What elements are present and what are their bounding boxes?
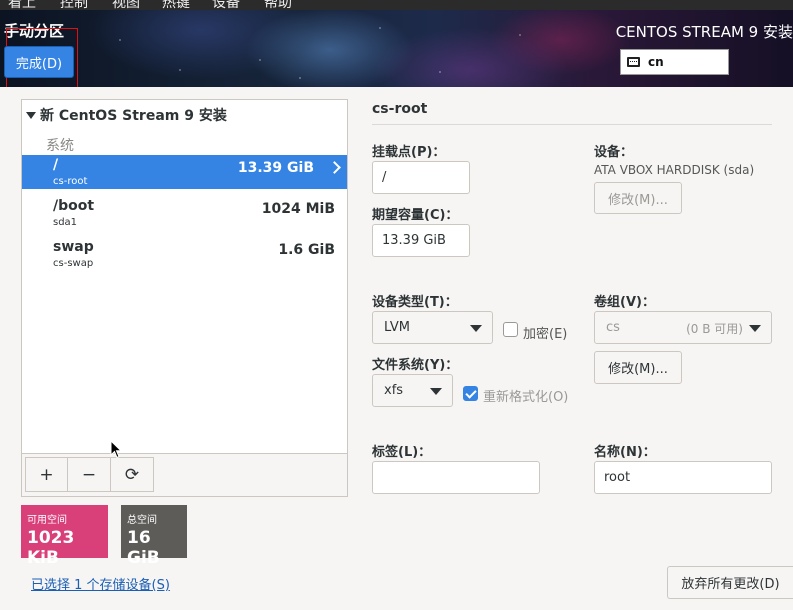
keyboard-icon (627, 57, 640, 67)
partition-tree-panel: 新 CentOS Stream 9 安装 系统 / cs-root 13.39 … (21, 99, 348, 497)
chevron-right-icon (328, 161, 341, 174)
device-type-value: LVM (384, 320, 410, 335)
partition-device: cs-swap (53, 258, 94, 269)
total-space-value: 16 GiB (127, 528, 160, 568)
capacity-field[interactable]: 13.39 GiB (372, 224, 470, 257)
mount-point-label: 挂载点(P)： (372, 145, 446, 160)
keyboard-layout-label: cn (648, 55, 664, 69)
partition-mount: / (53, 157, 59, 173)
filesystem-value: xfs (384, 383, 404, 398)
done-button-highlight: 完成(D) (4, 28, 78, 87)
partition-toolbar: + − ⟳ (22, 453, 347, 496)
mouse-pointer-icon (110, 440, 122, 459)
refresh-button[interactable]: ⟳ (111, 457, 154, 492)
encrypt-checkbox[interactable] (503, 322, 518, 337)
reformat-label[interactable]: 重新格式化(O) (483, 386, 568, 405)
tag-field[interactable] (372, 461, 540, 494)
dropdown-arrow-icon (470, 325, 482, 332)
available-space-box: 可用空间 1023 KiB (21, 505, 108, 568)
total-space-box: 总空间 16 GiB (121, 505, 187, 568)
partition-row-boot[interactable]: /boot sda1 1024 MiB (22, 196, 347, 230)
dropdown-arrow-icon (749, 325, 761, 332)
total-space-label: 总空间 (127, 515, 157, 526)
menu-item[interactable]: 视图 (112, 0, 140, 10)
installation-node[interactable]: 新 CentOS Stream 9 安装 (26, 105, 227, 125)
discard-changes-button[interactable]: 放弃所有更改(D) (667, 566, 793, 599)
encrypt-label[interactable]: 加密(E) (523, 323, 567, 342)
keyboard-layout-indicator[interactable]: cn (620, 49, 729, 75)
volume-group-select[interactable]: cs (0 B 可用) (594, 311, 772, 344)
selected-storage-link[interactable]: 已选择 1 个存储设备(S) (31, 574, 170, 593)
tag-label: 标签(L)： (372, 445, 432, 460)
partition-mount: swap (53, 239, 94, 255)
group-label-system: 系统 (46, 138, 74, 154)
installation-node-label: 新 CentOS Stream 9 安装 (40, 108, 227, 124)
menu-item[interactable]: 热键 (162, 0, 190, 10)
menu-item[interactable]: 看上 (8, 0, 36, 10)
header-banner: 手动分区 完成(D) CENTOS STREAM 9 安装 cn (0, 10, 793, 87)
menu-item[interactable]: 帮助 (264, 0, 292, 10)
partition-device: sda1 (53, 217, 78, 228)
done-button[interactable]: 完成(D) (4, 46, 74, 78)
mount-point-field[interactable]: / (372, 161, 470, 194)
partition-size: 1.6 GiB (278, 242, 335, 258)
partition-row-root[interactable]: / cs-root 13.39 GiB (22, 155, 347, 189)
filesystem-select[interactable]: xfs (372, 374, 453, 407)
detail-section-title: cs-root (372, 101, 428, 117)
expander-down-icon (26, 111, 36, 119)
partition-size: 13.39 GiB (237, 160, 314, 176)
divider (372, 124, 772, 125)
reformat-checkbox[interactable] (463, 386, 478, 401)
device-label: 设备： (594, 145, 634, 160)
device-type-label: 设备类型(T)： (372, 295, 458, 310)
menu-item[interactable]: 设备 (212, 0, 240, 10)
device-value: ATA VBOX HARDDISK (sda) (594, 163, 755, 177)
available-space-value: 1023 KiB (27, 528, 75, 568)
partition-device: cs-root (53, 176, 88, 187)
filesystem-label: 文件系统(Y)： (372, 358, 459, 373)
capacity-label: 期望容量(C)： (372, 208, 459, 223)
remove-partition-button[interactable]: − (68, 457, 111, 492)
device-modify-button[interactable]: 修改(M)... (594, 182, 682, 214)
window-menubar: 看上 控制 视图 热键 设备 帮助 (0, 0, 793, 10)
add-partition-button[interactable]: + (25, 457, 68, 492)
dropdown-arrow-icon (430, 388, 442, 395)
device-type-select[interactable]: LVM (372, 311, 493, 344)
volume-group-value: cs (606, 320, 620, 335)
available-space-label: 可用空间 (27, 515, 67, 526)
name-field[interactable]: root (594, 461, 772, 494)
partition-size: 1024 MiB (261, 201, 335, 217)
volume-group-modify-button[interactable]: 修改(M)... (594, 351, 682, 384)
partition-row-swap[interactable]: swap cs-swap 1.6 GiB (22, 237, 347, 271)
volume-group-label: 卷组(V)： (594, 295, 655, 310)
name-label: 名称(N)： (594, 445, 656, 460)
menu-item[interactable]: 控制 (60, 0, 88, 10)
product-title: CENTOS STREAM 9 安装 (615, 23, 793, 41)
partition-mount: /boot (53, 198, 95, 214)
partition-tool-group: + − ⟳ (25, 457, 154, 492)
volume-group-free: (0 B 可用) (686, 322, 743, 336)
